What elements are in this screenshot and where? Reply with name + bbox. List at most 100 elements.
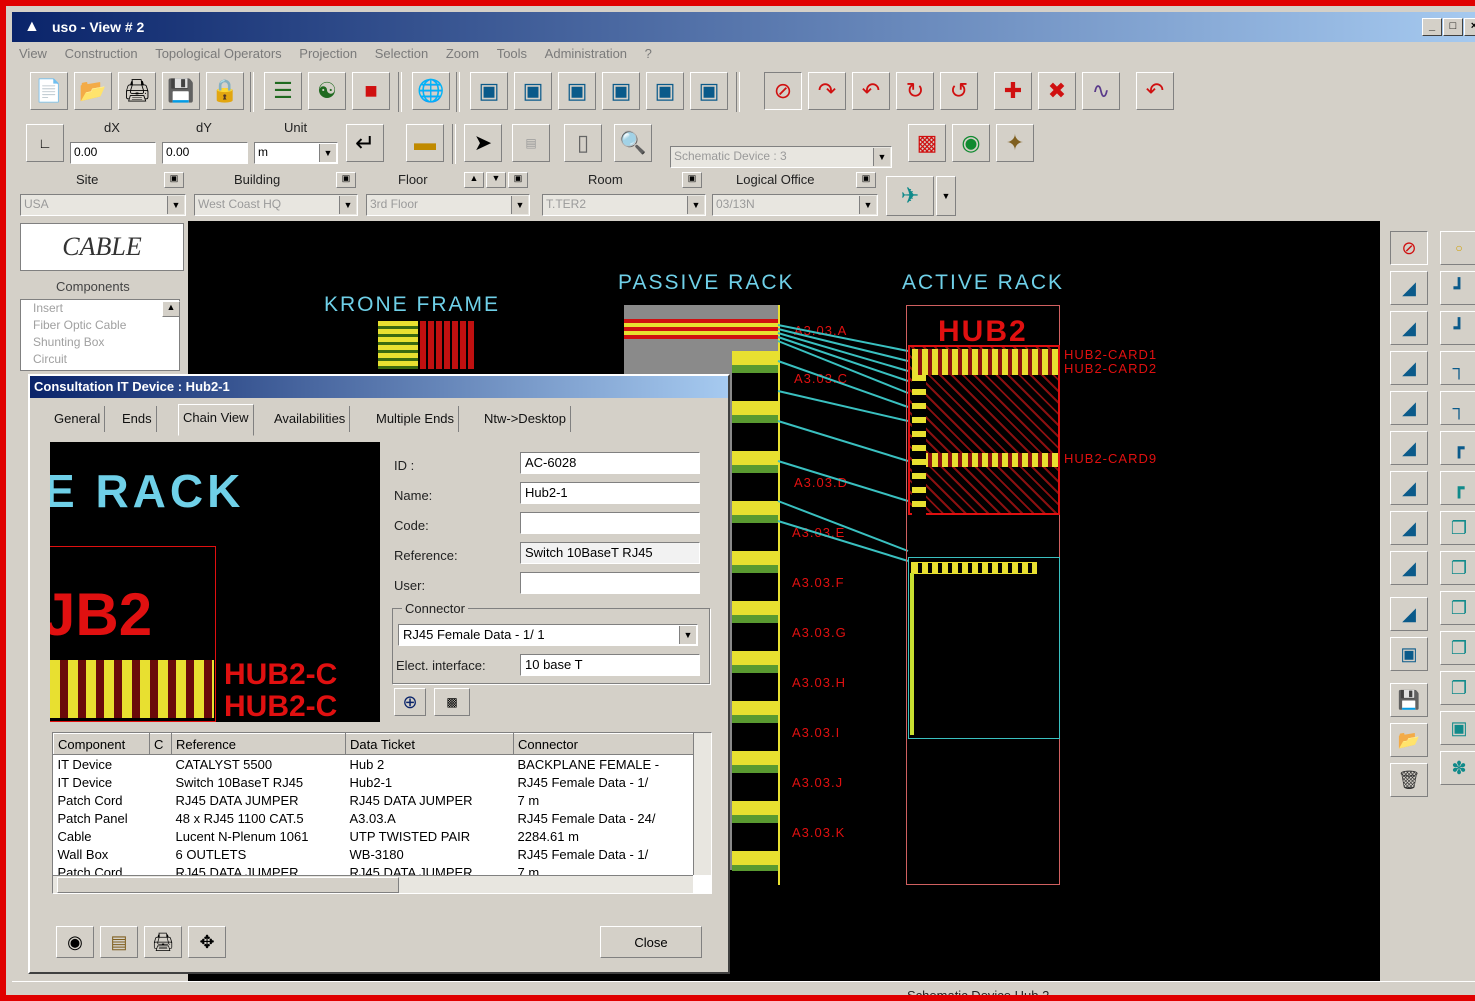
cross-tool-icon[interactable]: ◢	[1390, 431, 1428, 465]
layer-4-icon[interactable]: ▣	[602, 72, 640, 110]
chevron-down-icon[interactable]: ▼	[873, 148, 890, 166]
base-tool-icon[interactable]: ◢	[1390, 597, 1428, 631]
add-device-icon[interactable]: ◢	[1390, 271, 1428, 305]
axes-icon[interactable]: ∟	[26, 124, 64, 162]
connector-select[interactable]: RJ45 Female Data - 1/ 1 ▼	[398, 624, 698, 646]
col-c[interactable]: C	[149, 733, 172, 755]
green-device-icon[interactable]: ◉	[952, 124, 990, 162]
col-data-ticket[interactable]: Data Ticket	[345, 733, 514, 755]
office-browse-icon[interactable]: ▣	[856, 172, 876, 188]
menu-topological-operators[interactable]: Topological Operators	[148, 42, 288, 65]
save-view-icon[interactable]: 💾	[1390, 683, 1428, 717]
tab-ntw-desktop[interactable]: Ntw->Desktop	[480, 406, 571, 432]
note-tool-icon[interactable]: ○	[1440, 231, 1475, 265]
paste-tool-icon[interactable]: ❐	[1440, 551, 1475, 585]
route-edit-icon[interactable]: ↺	[940, 72, 978, 110]
site-browse-icon[interactable]: ▣	[164, 172, 184, 188]
stop-draw-icon[interactable]: ⊘	[764, 72, 802, 110]
connect-icon[interactable]: ✚	[994, 72, 1032, 110]
ruler-icon[interactable]: ▬	[406, 124, 444, 162]
cancel-tool-icon[interactable]: ⊘	[1390, 231, 1428, 265]
resize-tool-icon[interactable]: ▣	[1390, 637, 1428, 671]
maximize-button[interactable]: □	[1443, 18, 1463, 36]
group-tool-icon[interactable]: ❐	[1440, 631, 1475, 665]
wand-icon[interactable]: ✦	[996, 124, 1034, 162]
menu-construction[interactable]: Construction	[58, 42, 145, 65]
table-row[interactable]: IT Device Switch 10BaseT RJ45 Hub2-1 RJ45 F…	[54, 773, 694, 791]
binoculars-icon[interactable]: ◉	[56, 926, 94, 958]
rotate-tool-icon[interactable]: ◢	[1390, 511, 1428, 545]
duplicate-tool-icon[interactable]: ❐	[1440, 591, 1475, 625]
tab-ends[interactable]: Ends	[118, 406, 157, 432]
chevron-down-icon[interactable]: ▼	[687, 196, 704, 214]
layer-5-icon[interactable]: ▣	[646, 72, 684, 110]
site-select[interactable]: USA ▼	[20, 194, 186, 216]
curve-tool-icon[interactable]: ◢	[1390, 551, 1428, 585]
menu-zoom[interactable]: Zoom	[439, 42, 486, 65]
room-select[interactable]: T.TER2 ▼	[542, 194, 706, 216]
floor-select[interactable]: 3rd Floor ▼	[366, 194, 530, 216]
zoom-in-icon[interactable]: ⊕	[394, 688, 426, 716]
menu-view[interactable]: View	[12, 42, 54, 65]
copy-tool-icon[interactable]: ❐	[1440, 511, 1475, 545]
dx-input[interactable]: 0.00	[70, 142, 156, 164]
menu-help[interactable]: ?	[638, 42, 659, 65]
disconnect-icon[interactable]: ✖	[1038, 72, 1076, 110]
tab-chain-view[interactable]: Chain View	[178, 404, 254, 436]
layer-tool-icon[interactable]: ❐	[1440, 671, 1475, 705]
open-folder-icon[interactable]: 📂	[74, 72, 112, 110]
name-field[interactable]: Hub2-1	[520, 482, 700, 504]
elect-interface-field[interactable]: 10 base T	[520, 654, 700, 676]
office-select[interactable]: 03/13N ▼	[712, 194, 878, 216]
map-icon[interactable]: ✈	[886, 176, 934, 216]
chevron-down-icon[interactable]: ▼	[167, 196, 184, 214]
door-icon[interactable]: ▯	[564, 124, 602, 162]
save-icon[interactable]: 💾	[162, 72, 200, 110]
switch-chassis[interactable]	[908, 557, 1060, 739]
chevron-down-icon[interactable]: ▼	[936, 176, 956, 216]
user-field[interactable]	[520, 572, 700, 594]
new-file-icon[interactable]: 📄	[30, 72, 68, 110]
layer-2-icon[interactable]: ▣	[514, 72, 552, 110]
frame-tool-icon[interactable]: ▣	[1440, 711, 1475, 745]
floor-up-icon[interactable]: ▲	[464, 172, 484, 188]
circle-tool-icon[interactable]: ◢	[1390, 471, 1428, 505]
table-row[interactable]: Patch Panel 48 x RJ45 1100 CAT.5 A3.03.A RJ…	[54, 809, 694, 827]
tab-general[interactable]: General	[50, 406, 106, 432]
layer-6-icon[interactable]: ▣	[690, 72, 728, 110]
properties-icon[interactable]: ☰	[264, 72, 302, 110]
export-icon[interactable]: ▤	[100, 926, 138, 958]
line-tool-icon[interactable]: ◢	[1390, 391, 1428, 425]
list-item[interactable]: Insert	[33, 300, 179, 317]
trace-icon[interactable]: ∿	[1082, 72, 1120, 110]
move-icon[interactable]: ✥	[188, 926, 226, 958]
layer-1-icon[interactable]: ▣	[470, 72, 508, 110]
reset-icon[interactable]: ↶	[1136, 72, 1174, 110]
h-tool-1-icon[interactable]: ┛	[1440, 271, 1475, 305]
trash-icon[interactable]: 🗑	[1390, 763, 1428, 797]
col-component[interactable]: Component	[53, 733, 150, 755]
chevron-down-icon[interactable]: ▼	[319, 144, 336, 162]
tab-multiple-ends[interactable]: Multiple Ends	[372, 406, 460, 432]
chevron-down-icon[interactable]: ▼	[511, 196, 528, 214]
find-icon[interactable]: 🔍	[614, 124, 652, 162]
menu-tools[interactable]: Tools	[490, 42, 534, 65]
chain-view-preview[interactable]: E RACK JB2 HUB2-C HUB2-C	[50, 442, 380, 722]
pointer-icon[interactable]: ➤	[464, 124, 502, 162]
enter-icon[interactable]: ↵	[346, 124, 384, 162]
room-browse-icon[interactable]: ▣	[682, 172, 702, 188]
table-row[interactable]: Cable Lucent N-Plenum 1061 UTP TWISTED PAI…	[54, 827, 694, 845]
schematic-select[interactable]: Schematic Device : 3 ▼	[670, 146, 892, 168]
dy-input[interactable]: 0.00	[162, 142, 248, 164]
lock-icon[interactable]: 🔒	[206, 72, 244, 110]
print-icon[interactable]: 🖨	[118, 72, 156, 110]
code-field[interactable]	[520, 512, 700, 534]
vertical-scrollbar[interactable]	[693, 733, 711, 875]
col-reference[interactable]: Reference	[171, 733, 346, 755]
close-window-button[interactable]: ×	[1464, 18, 1475, 36]
box-tool-icon[interactable]: ◢	[1390, 351, 1428, 385]
list-item[interactable]: Shunting Box	[33, 334, 179, 351]
floor-browse-icon[interactable]: ▣	[508, 172, 528, 188]
minimize-button[interactable]: _	[1422, 18, 1442, 36]
chevron-down-icon[interactable]: ▼	[679, 626, 696, 644]
